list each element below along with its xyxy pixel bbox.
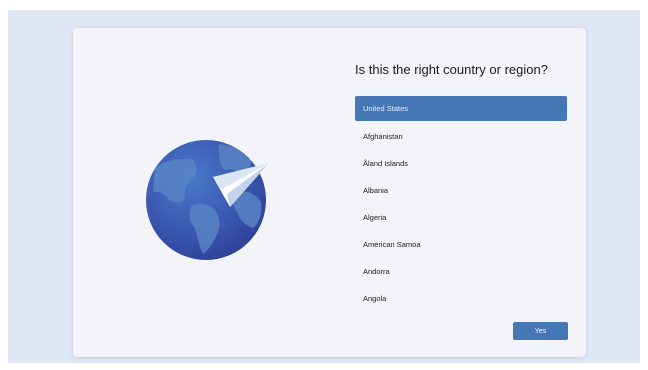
yes-button[interactable]: Yes: [513, 322, 568, 340]
country-item-albania[interactable]: Albania: [355, 177, 567, 204]
country-item-american-samoa[interactable]: American Samoa: [355, 231, 567, 258]
country-item-aland-islands[interactable]: Åland Islands: [355, 150, 567, 177]
setup-window: Is this the right country or region? Uni…: [73, 28, 586, 357]
country-item-algeria[interactable]: Algeria: [355, 204, 567, 231]
globe-paper-plane-icon: [146, 140, 269, 260]
country-item-angola[interactable]: Angola: [355, 285, 567, 312]
country-item-afghanistan[interactable]: Afghanistan: [355, 123, 567, 150]
country-item-andorra[interactable]: Andorra: [355, 258, 567, 285]
page-title: Is this the right country or region?: [355, 62, 548, 77]
country-item-united-states[interactable]: United States: [355, 96, 567, 121]
desktop-background: Is this the right country or region? Uni…: [8, 10, 640, 363]
country-list[interactable]: United States Afghanistan Åland Islands …: [355, 96, 567, 312]
